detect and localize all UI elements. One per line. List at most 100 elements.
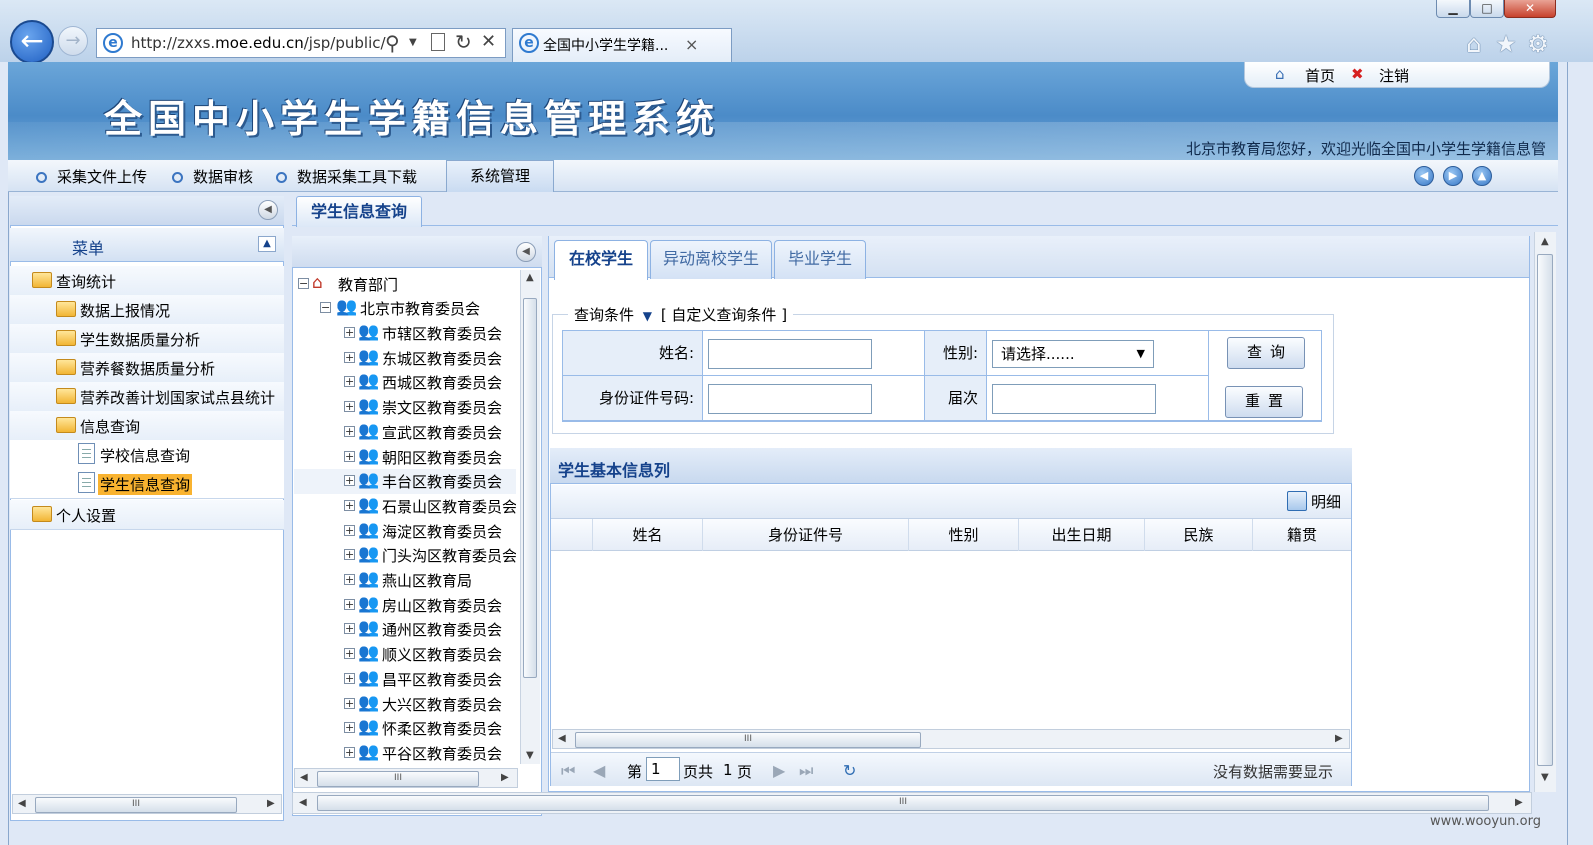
tree-node-district[interactable]: + 👥 崇文区教育委员会 [294, 395, 516, 420]
tree-node-district[interactable]: + 👥 大兴区教育委员会 [294, 692, 516, 717]
grid-col-id[interactable]: 身份证件号 [703, 519, 909, 551]
tree-node-district[interactable]: + 👥 东城区教育委员会 [294, 346, 516, 371]
tab-current-students[interactable]: 在校学生 [554, 240, 648, 280]
tree-vscrollbar[interactable]: ▲ ▼ [520, 270, 540, 764]
tree-node-district[interactable]: + 👥 平谷区教育委员会 [294, 741, 516, 766]
tree-node-district[interactable]: + 👥 通州区教育委员会 [294, 617, 516, 642]
content-vscrollbar[interactable]: ▲ ▼ [1534, 232, 1556, 792]
scroll-thumb[interactable]: III [35, 797, 237, 813]
left-hscrollbar[interactable]: ◀ III ▶ [12, 794, 282, 814]
menu-item-report-status[interactable]: 数据上报情况 [10, 295, 284, 325]
menu-item-query-stats[interactable]: 查询统计 [10, 266, 284, 296]
browser-tab[interactable]: e 全国中小学生学籍... × [512, 28, 732, 62]
minimize-button[interactable]: ▁ [1436, 0, 1470, 18]
menu-item-info-query[interactable]: 信息查询 [10, 411, 284, 441]
collapse-icon[interactable]: − [320, 302, 331, 313]
home-link-icon[interactable]: ⌂ [1275, 65, 1285, 83]
grid-col-birth[interactable]: 出生日期 [1019, 519, 1145, 551]
tab-graduated-students[interactable]: 毕业学生 [774, 240, 866, 279]
home-icon[interactable]: ⌂ [1460, 30, 1488, 58]
menu-item-student-quality[interactable]: 学生数据质量分析 [10, 324, 284, 354]
home-link[interactable]: 首页 [1305, 65, 1335, 86]
tab-transferred-students[interactable]: 异动离校学生 [650, 240, 772, 279]
custom-query-link[interactable]: [ 自定义查询条件 ] [661, 306, 787, 324]
tab-close-icon[interactable]: × [685, 35, 698, 54]
menu-item-school-query[interactable]: 学校信息查询 [10, 440, 284, 470]
id-number-input[interactable] [708, 384, 872, 414]
compatibility-view-icon[interactable] [431, 33, 445, 51]
arrow-left-icon[interactable]: ◀ [1414, 166, 1434, 186]
back-button[interactable]: ← [10, 20, 54, 64]
expand-icon[interactable]: + [344, 499, 355, 511]
expand-icon[interactable]: + [344, 623, 355, 635]
tree-node-district[interactable]: + 👥 西城区教育委员会 [294, 370, 516, 395]
scroll-thumb[interactable]: III [317, 771, 479, 787]
tree-node-district[interactable]: + 👥 燕山区教育局 [294, 568, 516, 593]
logout-link[interactable]: 注销 [1379, 65, 1409, 86]
collapse-icon[interactable]: − [298, 278, 309, 289]
detail-icon[interactable] [1287, 491, 1307, 511]
first-page-icon[interactable]: ⏮ [561, 761, 575, 781]
content-scroll-thumb[interactable] [1537, 254, 1553, 766]
logout-icon[interactable]: ✖ [1351, 65, 1364, 83]
prev-page-icon[interactable]: ◀ [593, 761, 605, 780]
reset-button[interactable]: 重置 [1225, 386, 1303, 418]
grid-hscrollbar[interactable]: ◀ III ▶ [552, 729, 1350, 749]
search-icon[interactable]: ⚲ [385, 31, 400, 55]
collapse-tree-icon[interactable]: ◀ [516, 242, 536, 262]
expand-icon[interactable]: + [344, 401, 355, 413]
grade-input[interactable] [992, 384, 1156, 414]
next-page-icon[interactable]: ▶ [773, 761, 785, 780]
detail-button[interactable]: 明细 [1311, 491, 1341, 512]
expand-icon[interactable]: + [344, 376, 355, 388]
dropdown-arrow-icon[interactable]: ▼ [409, 37, 417, 48]
menu-item-personal-settings[interactable]: 个人设置 [10, 500, 284, 530]
grid-col-native[interactable]: 籍贯 [1253, 519, 1351, 551]
grid-col-name[interactable]: 姓名 [593, 519, 703, 551]
arrow-right-icon[interactable]: ▶ [1443, 166, 1463, 186]
tree-node-district[interactable]: + 👥 海淀区教育委员会 [294, 519, 516, 544]
tree-node-district[interactable]: + 👥 门头沟区教育委员会 [294, 543, 516, 568]
search-button[interactable]: 查询 [1227, 337, 1305, 369]
tree-node-beijing[interactable]: − 👥 北京市教育委员会 [294, 296, 516, 321]
maximize-button[interactable]: □ [1470, 0, 1504, 18]
tree-node-district[interactable]: + 👥 宣武区教育委员会 [294, 420, 516, 445]
main-hscrollbar[interactable]: ◀ III ▶ [292, 792, 1532, 814]
nav-item-upload[interactable]: 采集文件上传 [36, 166, 147, 187]
refresh-icon[interactable]: ↻ [455, 30, 472, 54]
menu-collapse-icon[interactable]: ▲ [258, 236, 276, 252]
tree-node-district[interactable]: + 👥 昌平区教育委员会 [294, 667, 516, 692]
expand-icon[interactable]: + [344, 598, 355, 610]
expand-icon[interactable]: + [344, 524, 355, 536]
expand-icon[interactable]: + [344, 425, 355, 437]
favorites-icon[interactable]: ★ [1492, 30, 1520, 58]
expand-icon[interactable]: + [344, 549, 355, 561]
window-close-button[interactable]: ✕ [1504, 0, 1556, 18]
expand-icon[interactable]: + [344, 351, 355, 363]
grid-col-gender[interactable]: 性别 [909, 519, 1019, 551]
expand-icon[interactable]: + [344, 475, 355, 487]
toggle-down-icon[interactable]: ▼ [643, 309, 652, 323]
menu-item-nutrition-stats[interactable]: 营养改善计划国家试点县统计 [10, 382, 284, 412]
nav-item-review[interactable]: 数据审核 [172, 166, 253, 187]
tree-node-district[interactable]: + 👥 丰台区教育委员会 [294, 469, 516, 494]
expand-icon[interactable]: + [344, 450, 355, 462]
scroll-thumb[interactable]: III [317, 795, 1489, 811]
tree-hscrollbar[interactable]: ◀ III ▶ [294, 768, 518, 788]
tree-node-district[interactable]: + 👥 朝阳区教育委员会 [294, 445, 516, 470]
tree-scroll-thumb[interactable] [523, 298, 537, 678]
stop-icon[interactable]: ✕ [481, 31, 496, 52]
refresh-grid-icon[interactable]: ↻ [843, 761, 856, 780]
tree-node-district[interactable]: + 👥 怀柔区教育委员会 [294, 716, 516, 741]
tree-node-root[interactable]: − ⌂ 教育部门 [294, 272, 516, 297]
nav-item-system[interactable]: 系统管理 [446, 160, 554, 192]
expand-icon[interactable]: + [344, 697, 355, 709]
forward-button[interactable]: → [58, 26, 88, 56]
gender-select[interactable]: 请选择...... ▼ [992, 340, 1154, 368]
address-bar[interactable]: e http://zxxs.moe.edu.cn/jsp/public/ ⚲ ▼… [96, 28, 506, 58]
nav-item-download[interactable]: 数据采集工具下载 [276, 166, 417, 187]
menu-item-meal-quality[interactable]: 营养餐数据质量分析 [10, 353, 284, 383]
tree-node-district[interactable]: + 👥 石景山区教育委员会 [294, 494, 516, 519]
arrow-up-icon[interactable]: ▲ [1472, 166, 1492, 186]
page-number-input[interactable]: 1 [646, 757, 680, 781]
